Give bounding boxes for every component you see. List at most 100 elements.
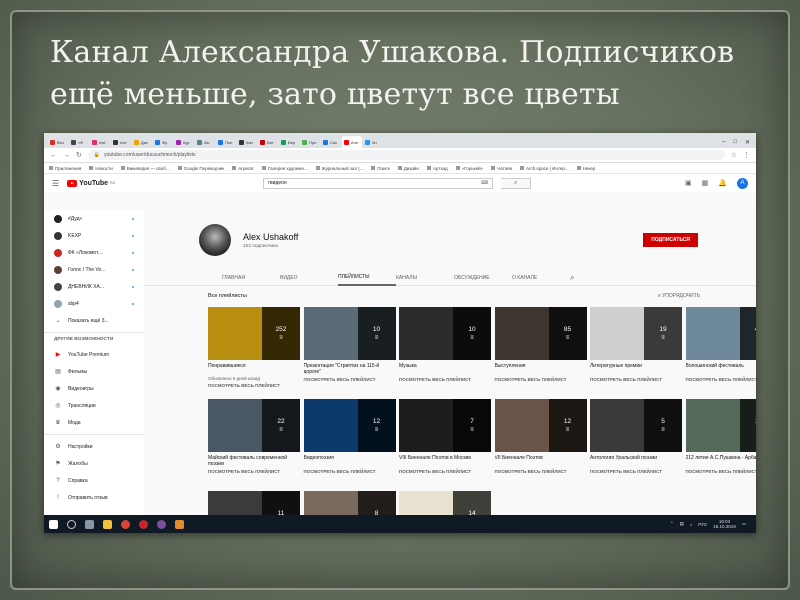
view-full-playlist-link[interactable]: ПОСМОТРЕТЬ ВЕСЬ ПЛЕЙЛИСТ — [304, 469, 396, 474]
bookmark-star-icon[interactable]: ☆ — [731, 151, 737, 159]
view-full-playlist-link[interactable]: ПОСМОТРЕТЬ ВЕСЬ ПЛЕЙЛИСТ — [495, 377, 587, 382]
chrome-icon[interactable] — [121, 519, 130, 529]
sidebar-item[interactable]: ◎ Трансляции — [44, 397, 144, 414]
playlist-thumbnail[interactable]: 252 ≡ — [208, 307, 300, 360]
playlist-thumbnail[interactable]: 5 ≡ — [590, 399, 682, 452]
playlist-title[interactable]: Волошинский фестиваль — [686, 363, 757, 375]
task-view-icon[interactable] — [85, 519, 94, 529]
account-avatar[interactable]: A — [737, 177, 748, 189]
notifications-icon[interactable]: ▭ — [742, 521, 746, 527]
playlist-card[interactable]: 12 ≡ Видеопоэзия ПОСМОТРЕТЬ ВЕСЬ ПЛЕЙЛИСТ — [303, 399, 396, 474]
file-explorer-icon[interactable] — [103, 519, 112, 529]
sidebar-item[interactable]: ⚙ Настройки — [44, 438, 144, 455]
browser-tab[interactable]: Пол — [216, 136, 236, 148]
windows-start-icon[interactable] — [49, 519, 58, 529]
maximize-icon[interactable]: □ — [733, 139, 737, 145]
upload-video-icon[interactable]: ▣ — [685, 179, 692, 187]
sidebar-item[interactable]: ◉ Видеоигры — [44, 380, 144, 397]
playlist-thumbnail[interactable]: 7 ≡ — [399, 399, 491, 452]
view-full-playlist-link[interactable]: ПОСМОТРЕТЬ ВЕСЬ ПЛЕЙЛИСТ — [590, 469, 682, 474]
playlist-title[interactable]: Понравившиеся — [208, 363, 300, 375]
language-indicator[interactable]: РУС — [698, 522, 707, 527]
view-full-playlist-link[interactable]: ПОСМОТРЕТЬ ВЕСЬ ПЛЕЙЛИСТ — [399, 377, 491, 382]
playlist-thumbnail[interactable]: 85 ≡ — [494, 307, 587, 360]
bookmark-item[interactable]: Дизайн — [397, 166, 419, 171]
playlist-title[interactable]: Майский фестиваль современной поэзии — [208, 455, 300, 467]
browser-tab[interactable]: Зн — [363, 136, 383, 148]
sidebar-subscription-item[interactable]: ФК «Локомот... — [44, 244, 144, 261]
apps-icon[interactable]: ▦ — [702, 179, 709, 187]
channel-tab[interactable]: ГЛАВНАЯ — [222, 270, 280, 286]
tray-up-icon[interactable]: ⌃ — [670, 521, 674, 527]
channel-tab[interactable]: ВИДЕО — [280, 270, 338, 286]
playlist-card[interactable]: 47≡ Волошинский фестиваль ПОСМОТРЕТЬ ВЕСЬ … — [685, 307, 757, 382]
browser-menu-icon[interactable]: ⋮ — [743, 151, 750, 159]
playlist-thumbnail[interactable]: 12≡ — [685, 399, 756, 452]
browser-tab[interactable]: Бер — [279, 136, 299, 148]
playlist-card[interactable]: 5 ≡ Антология Уральской поэзии ПОСМОТРЕТЬ В… — [590, 399, 682, 474]
playlist-card[interactable]: 12≡ 212 летие А.С.Пушкина - Арбат ПОСМОТРЕ… — [685, 399, 756, 474]
bookmark-item[interactable]: Приложения — [49, 166, 81, 171]
channel-avatar[interactable] — [199, 224, 231, 256]
viber-icon[interactable] — [157, 519, 166, 529]
sidebar-item[interactable]: ! Отправить отзыв — [44, 489, 144, 506]
sidebar-subscription-item[interactable]: Голос / The Vo... — [44, 261, 144, 278]
playlist-card[interactable]: 252 ≡ Понравившиеся Обновлено 6 дней назад П… — [208, 307, 300, 388]
network-icon[interactable]: ▤ — [680, 521, 684, 527]
keyboard-icon[interactable]: ⌨ — [481, 180, 488, 186]
reload-icon[interactable]: ↻ — [76, 151, 82, 159]
back-icon[interactable]: ← — [50, 152, 57, 159]
channel-tab[interactable]: ОБСУЖДЕНИЕ — [454, 270, 512, 286]
playlist-title[interactable]: Литературные премии — [590, 363, 682, 375]
playlist-thumbnail[interactable]: 10 ≡ — [399, 307, 491, 360]
bookmark-item[interactable]: Артхад — [426, 166, 448, 171]
playlist-title[interactable]: Антология Уральской поэзии — [590, 455, 682, 467]
playlist-thumbnail[interactable]: 19 ≡ — [590, 307, 682, 360]
paint-icon[interactable] — [175, 519, 184, 529]
browser-tab[interactable]: Inst — [90, 136, 110, 148]
opera-icon[interactable] — [139, 519, 148, 529]
youtube-logo[interactable]: YouTube RU — [67, 179, 115, 187]
bookmark-item[interactable]: Arch.space | Интер... — [519, 166, 569, 171]
url-field[interactable]: 🔒 youtube.com/user/ducauchmoch/playlists — [87, 150, 725, 160]
browser-tab[interactable]: Про — [300, 136, 320, 148]
bookmark-item[interactable]: Новости — [89, 166, 113, 171]
search-button[interactable]: ⌕ — [501, 177, 532, 189]
browser-tab[interactable]: Вхо — [48, 136, 68, 148]
playlist-card[interactable]: 12 ≡ VII Биеннале Поэтов ПОСМОТРЕТЬ ВЕСЬ ПЛ… — [494, 399, 587, 474]
browser-tab[interactable]: Сис — [321, 136, 341, 148]
channel-search-icon[interactable]: ⌕ — [570, 270, 628, 286]
playlist-title[interactable]: VII Биеннале Поэтов — [495, 455, 587, 467]
view-full-playlist-link[interactable]: ПОСМОТРЕТЬ ВЕСЬ ПЛЕЙЛИСТ — [208, 469, 300, 474]
sidebar-subscription-item[interactable]: #Дуд» — [44, 210, 144, 227]
playlist-thumbnail[interactable]: 22 ≡ — [208, 399, 300, 452]
close-icon[interactable]: ✕ — [745, 139, 750, 146]
playlist-thumbnail[interactable]: 12≡ — [494, 399, 587, 452]
sidebar-item[interactable]: ♛ Мода — [44, 414, 144, 431]
bookmark-item[interactable]: Журнальный зал |... — [315, 166, 363, 171]
playlist-thumbnail[interactable]: 12≡ — [303, 399, 396, 452]
sidebar-item[interactable]: ? Справка — [44, 472, 144, 489]
view-full-playlist-link[interactable]: ПОСМОТРЕТЬ ВЕСЬ ПЛЕЙЛИСТ — [495, 469, 587, 474]
view-full-playlist-link[interactable]: ПОСМОТРЕТЬ ВЕСЬ ПЛЕЙЛИСТ — [686, 377, 757, 382]
bookmark-item[interactable]: Агрегат — [232, 166, 254, 171]
sidebar-subscription-item[interactable]: KEXP — [44, 227, 144, 244]
clock[interactable]: 16:03 16.10.2019 — [713, 519, 736, 529]
bookmark-item[interactable]: «Горький» — [455, 166, 483, 171]
browser-tab[interactable]: Кур — [174, 136, 194, 148]
forward-icon[interactable]: → — [63, 152, 70, 159]
browser-tab[interactable]: Бит — [258, 136, 278, 148]
view-full-playlist-link[interactable]: ПОСМОТРЕТЬ ВЕСЬ ПЛЕЙЛИСТ — [590, 377, 682, 382]
playlist-card[interactable]: 10 ≡ Музыка ПОСМОТРЕТЬ ВЕСЬ ПЛЕЙЛИСТ — [399, 307, 491, 382]
sidebar-subscription-item[interactable]: ДНЕВНИК ХА... — [44, 278, 144, 295]
view-full-playlist-link[interactable]: ПОСМОТРЕТЬ ВЕСЬ ПЛЕЙЛИСТ — [399, 469, 491, 474]
playlist-card[interactable]: 7 ≡ VIII Биеннале Поэтов в Москве ПОСМОТРЕТ… — [399, 399, 491, 474]
playlist-card[interactable]: 85 ≡ Выступления ПОСМОТРЕТЬ ВЕСЬ ПЛЕЙЛИСТ — [494, 307, 587, 382]
sidebar-subscription-item[interactable]: sbp4 — [44, 295, 144, 312]
playlist-title[interactable]: VIII Биеннале Поэтов в Москве — [399, 455, 491, 467]
browser-tab[interactable]: Alc — [195, 136, 215, 148]
channel-tab[interactable]: О КАНАЛЕ — [512, 270, 570, 286]
browser-tab[interactable]: Але — [342, 136, 362, 148]
channel-tab[interactable]: ПЛЕЙЛИСТЫ — [338, 270, 396, 286]
playlist-thumbnail[interactable]: 47≡ — [685, 307, 756, 360]
